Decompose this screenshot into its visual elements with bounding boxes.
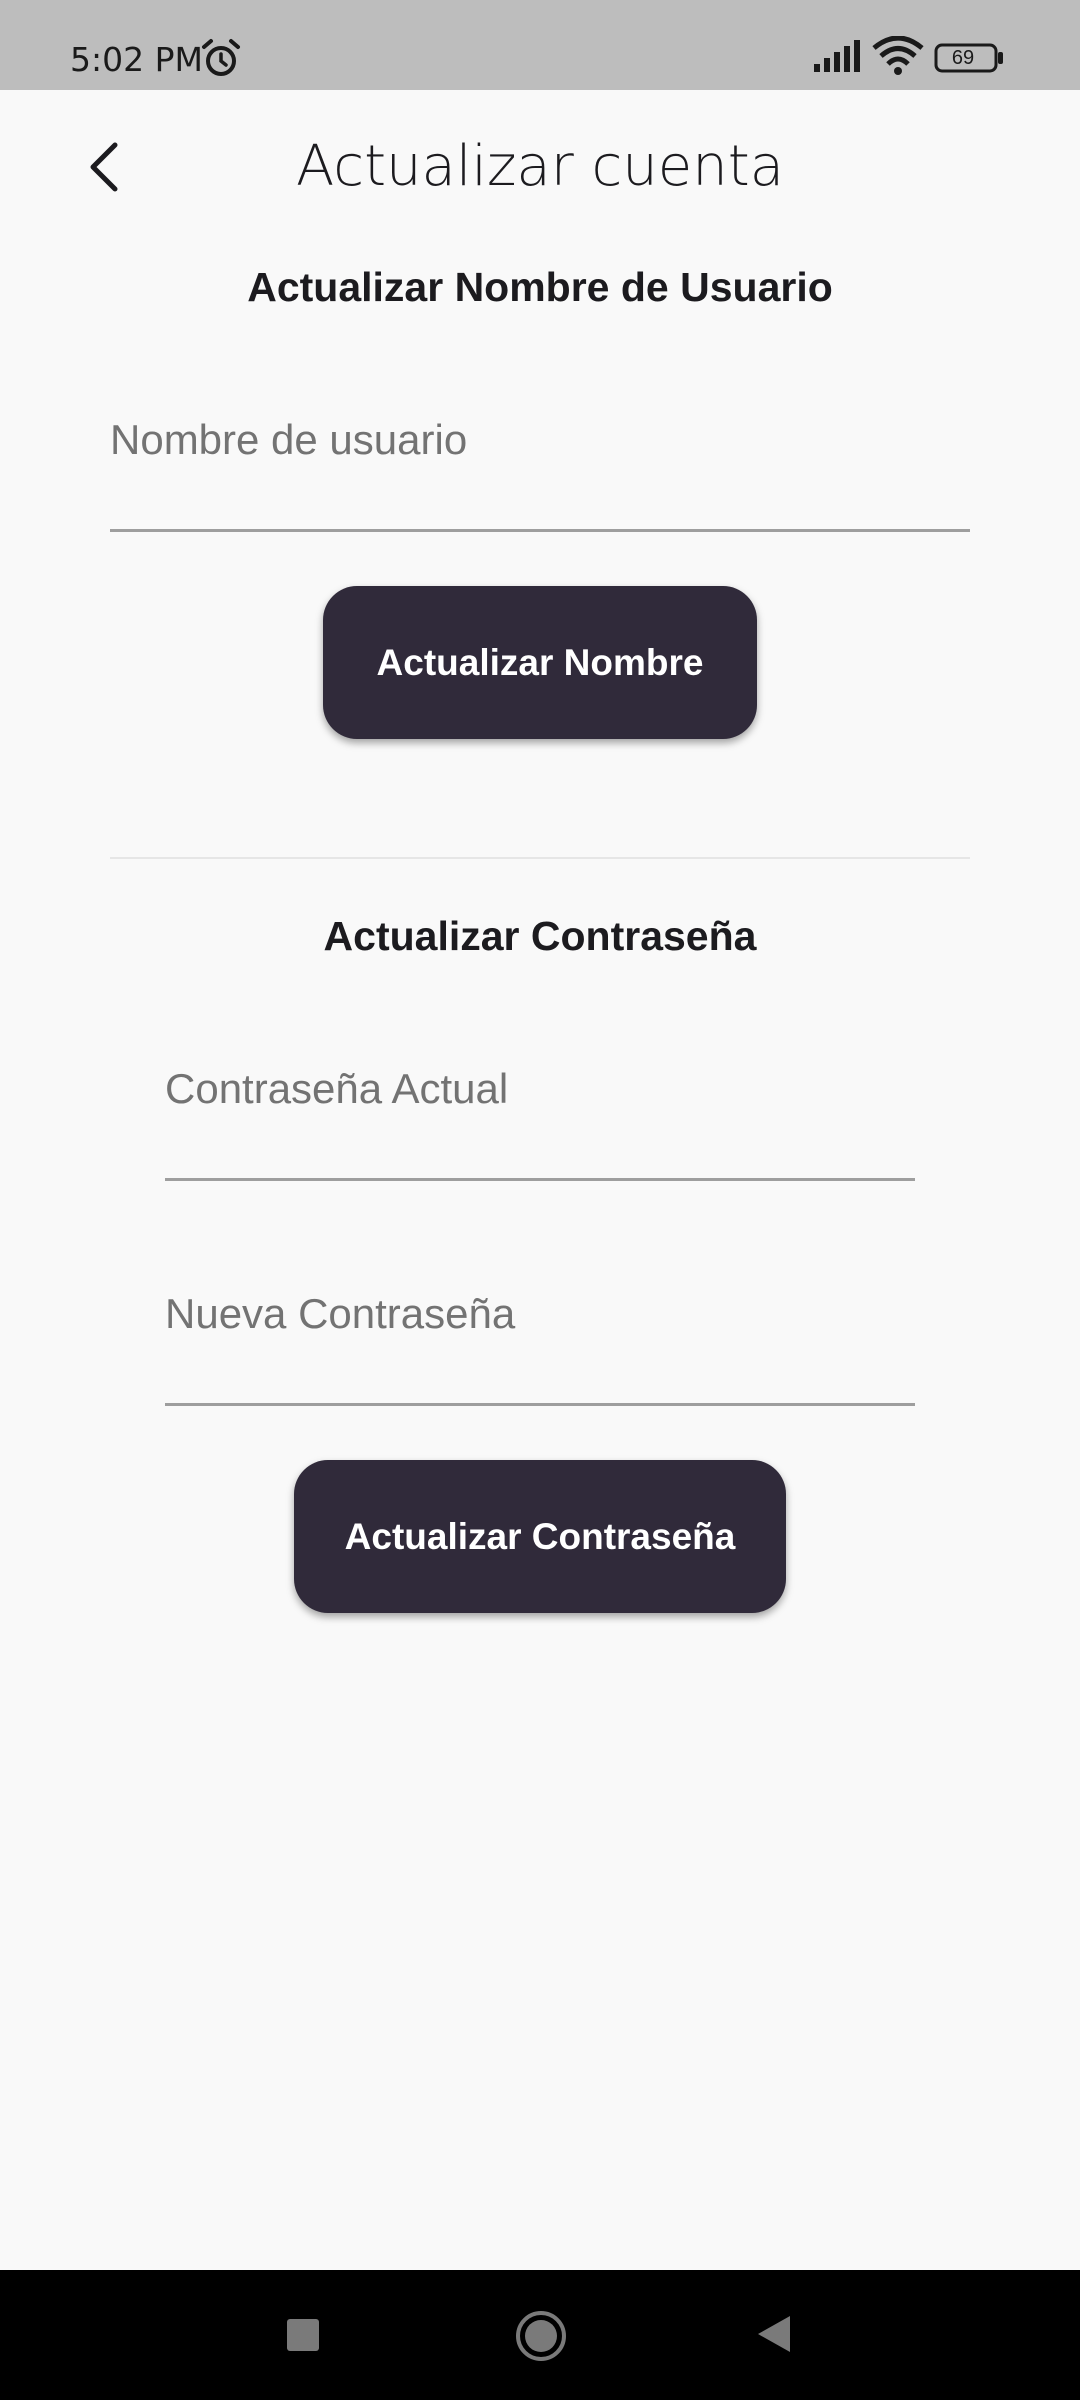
system-nav-bar (0, 2270, 1080, 2400)
wifi-icon (872, 36, 924, 75)
update-name-button[interactable]: Actualizar Nombre (323, 586, 757, 739)
current-password-placeholder: Contraseña Actual (165, 1065, 509, 1112)
triangle-back-icon (758, 2316, 790, 2352)
signal-icon (814, 40, 860, 72)
status-time: 5:02 PM (70, 40, 203, 79)
username-field[interactable]: Nombre de usuario (110, 416, 970, 532)
square-icon (287, 2319, 319, 2351)
battery-level: 69 (951, 47, 975, 69)
new-password-field[interactable]: Nueva Contraseña (165, 1290, 915, 1406)
username-section-title: Actualizar Nombre de Usuario (247, 264, 833, 310)
new-password-placeholder: Nueva Contraseña (165, 1290, 516, 1337)
password-section-title: Actualizar Contraseña (323, 913, 757, 959)
recents-button[interactable] (286, 2318, 320, 2357)
update-password-button[interactable]: Actualizar Contraseña (294, 1460, 786, 1613)
current-password-field[interactable]: Contraseña Actual (165, 1065, 915, 1181)
home-circle-icon (516, 2311, 566, 2361)
alarm-icon (202, 39, 240, 76)
section-divider (110, 857, 970, 859)
nav-back-button[interactable] (756, 2314, 792, 2359)
username-placeholder: Nombre de usuario (110, 416, 468, 463)
status-bar: 5:02 PM 69 (0, 0, 1080, 90)
home-button[interactable] (515, 2310, 567, 2367)
page-title: Actualizar cuenta (295, 134, 785, 199)
